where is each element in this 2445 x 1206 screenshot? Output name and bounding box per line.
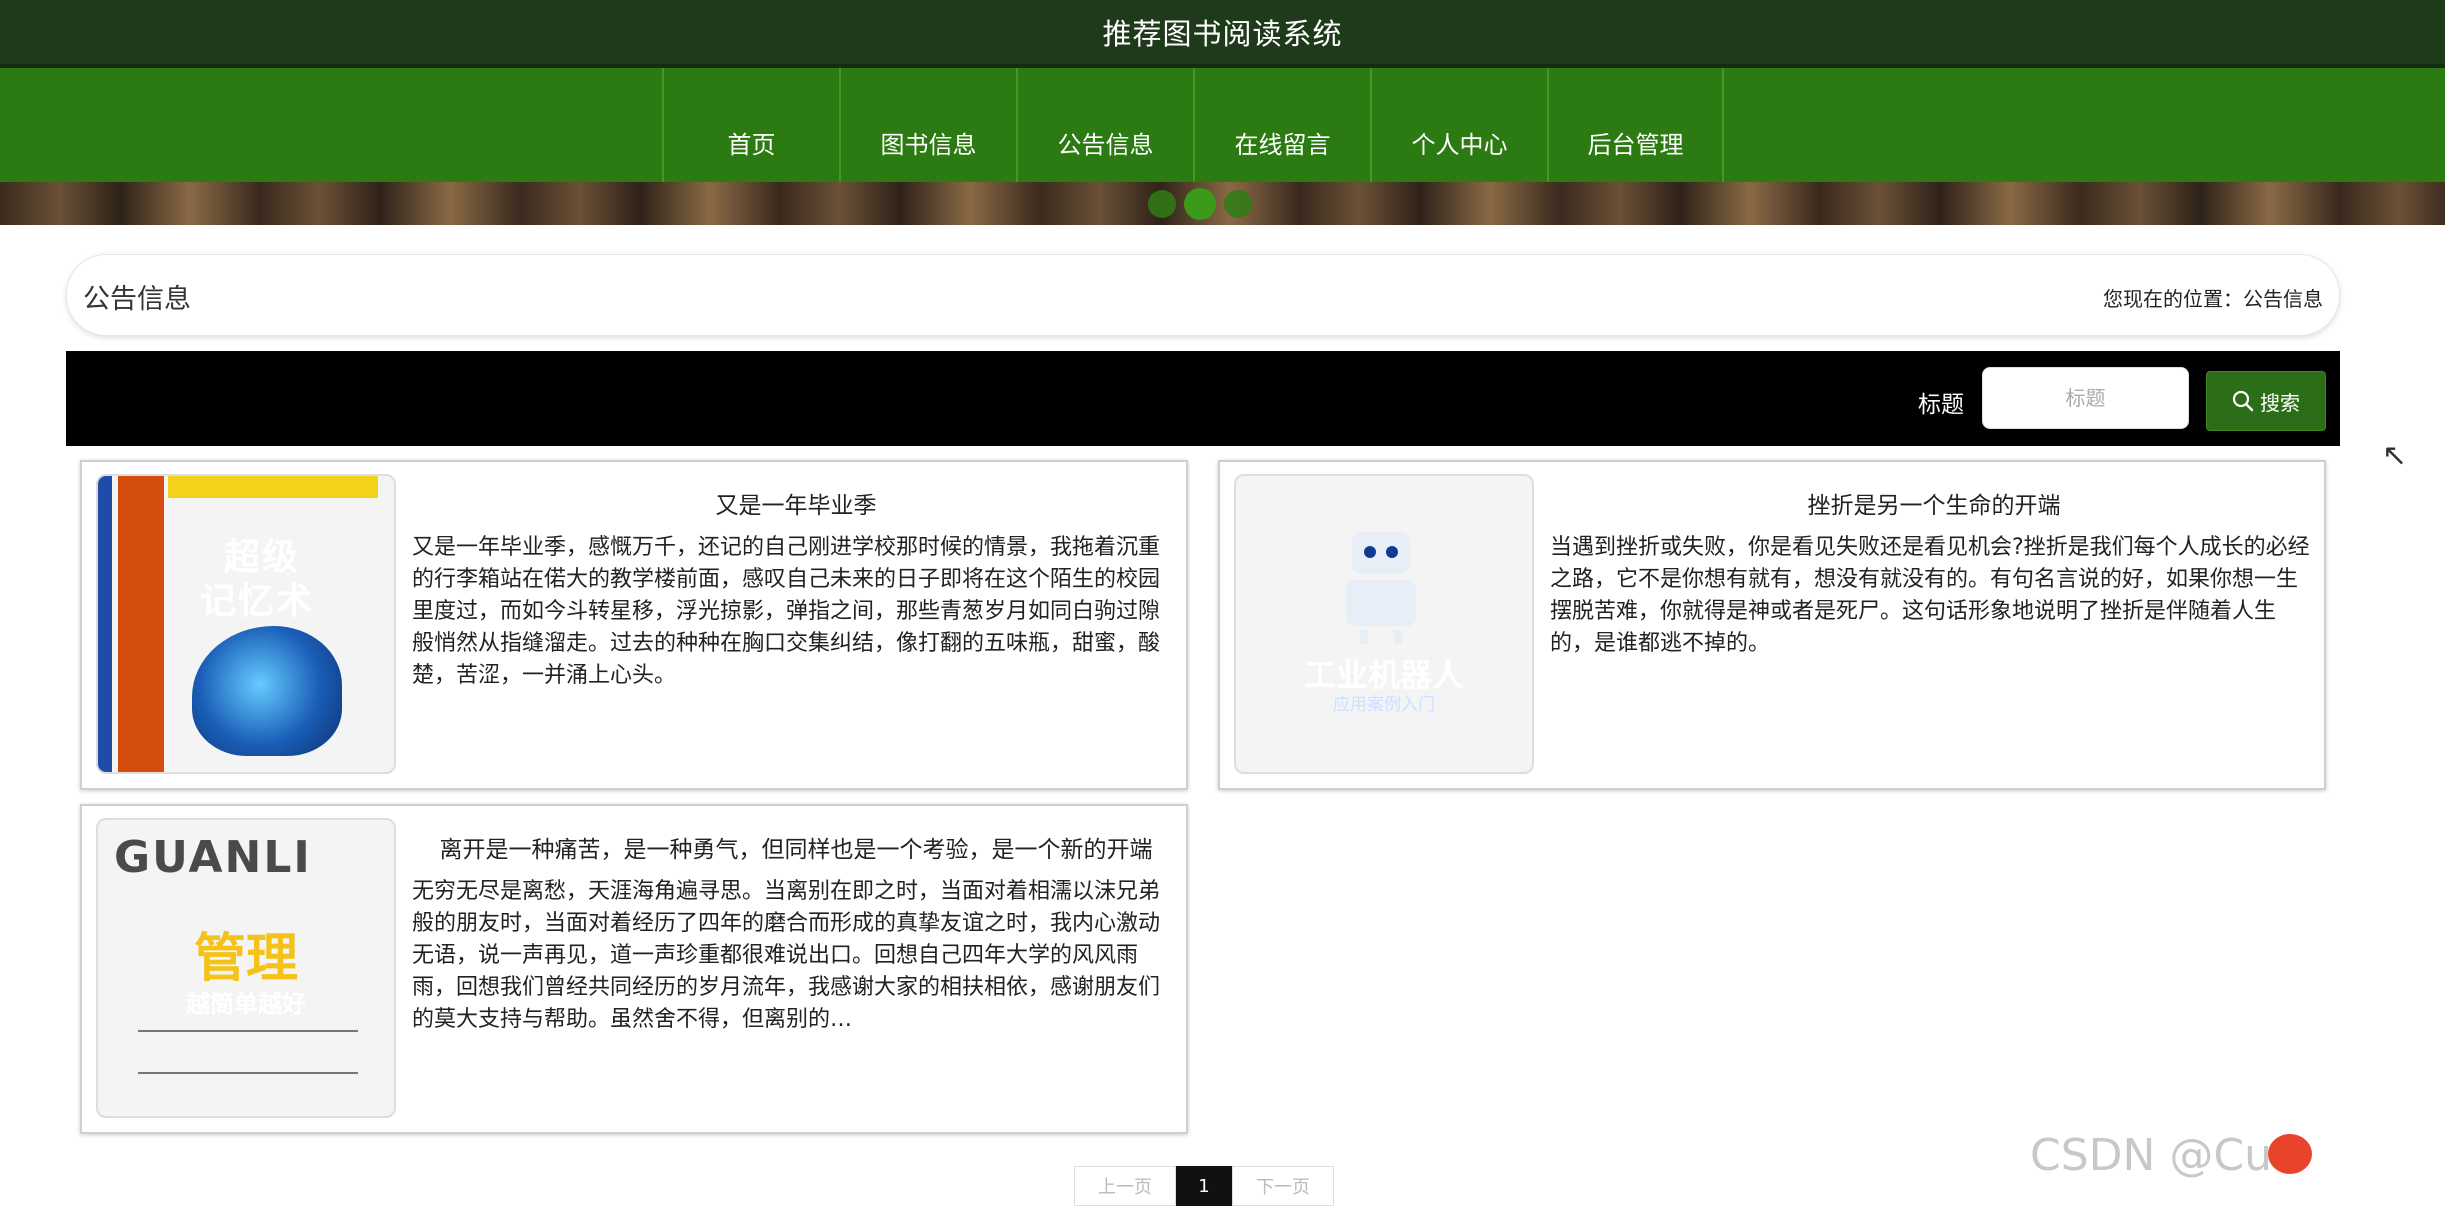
current-location: 您现在的位置：公告信息 [2103,283,2323,312]
nav-item-admin[interactable]: 后台管理 [1547,68,1724,182]
cover-subtitle: 应用案例入门 [1333,695,1435,715]
book-cover-image[interactable]: GUANLI 管理 越简单越好 [96,818,396,1118]
mouse-cursor-icon: ↖ [2382,438,2408,473]
main-nav: 首页 图书信息 公告信息 在线留言 个人中心 后台管理 [0,68,2445,182]
search-input[interactable] [1982,367,2189,429]
notice-card[interactable]: 超级 记忆术 又是一年毕业季 又是一年毕业季，感慨万千，还记的自己刚进学校那时候… [80,460,1188,790]
notice-summary: 无穷无尽是离愁，天涯海角遍寻思。当离别在即之时，当面对着相濡以沫兄弟般的朋友时，… [412,879,1161,1032]
site-title: 推荐图书阅读系统 [1102,17,1343,51]
location-value[interactable]: 公告信息 [2243,287,2323,311]
notice-title[interactable]: 挫折是另一个生命的开端 [1554,486,2314,520]
carousel-dot-3[interactable] [1224,190,1252,218]
book-cover-image[interactable]: 超级 记忆术 [96,474,396,774]
cover-subtitle: 越简单越好 [186,990,306,1018]
notice-card[interactable]: 工业机器人 应用案例入门 挫折是另一个生命的开端 当遇到挫折或失败，你是看见失败… [1218,460,2326,790]
pagination: 上一页 1 下一页 [1074,1166,1334,1206]
carousel-indicators [1148,188,1252,220]
cover-band [168,476,378,498]
watermark: CSDN @Cu [2030,1130,2273,1181]
search-icon [2232,390,2254,412]
cover-spine [118,476,164,772]
notice-summary: 又是一年毕业季，感慨万千，还记的自己刚进学校那时候的情景，我拖着沉重的行李箱站在… [412,535,1161,688]
notice-card[interactable]: GUANLI 管理 越简单越好 离开是一种痛苦，是一种勇气，但同样也是一个考验，… [80,804,1188,1134]
page-number-current[interactable]: 1 [1176,1166,1232,1206]
notice-summary: 当遇到挫折或失败，你是看见失败还是看见机会?挫折是我们每个人成长的必经之路，它不… [1550,535,2310,656]
site-header: 推荐图书阅读系统 [0,0,2445,68]
next-page-button[interactable]: 下一页 [1232,1166,1334,1206]
nav-menu: 首页 图书信息 公告信息 在线留言 个人中心 后台管理 [662,68,1724,182]
page-title: 公告信息 [83,284,191,315]
prev-page-button[interactable]: 上一页 [1074,1166,1176,1206]
search-button-label: 搜索 [2260,390,2300,415]
search-button[interactable]: 搜索 [2206,371,2326,431]
ime-icon [2268,1134,2312,1174]
cover-title-line2: 记忆术 [200,581,315,622]
brain-head-illustration [192,626,342,756]
carousel-dot-1[interactable] [1148,190,1176,218]
robot-icon [1340,532,1422,644]
carousel-dot-2[interactable] [1184,188,1216,220]
notice-title[interactable]: 又是一年毕业季 [416,486,1176,520]
nav-item-notices[interactable]: 公告信息 [1016,68,1193,182]
banner-carousel [0,182,2445,225]
book-cover-image[interactable]: 工业机器人 应用案例入门 [1234,474,1534,774]
nav-item-messages[interactable]: 在线留言 [1193,68,1370,182]
cover-title: 管理 [193,929,298,989]
nav-item-profile[interactable]: 个人中心 [1370,68,1547,182]
cover-divider [138,1030,358,1074]
nav-item-home[interactable]: 首页 [662,68,839,182]
breadcrumb: 公告信息 您现在的位置：公告信息 [66,254,2340,336]
search-bar: 标题 搜索 [66,351,2340,446]
nav-item-books[interactable]: 图书信息 [839,68,1016,182]
location-prefix: 您现在的位置： [2103,287,2243,311]
notice-title[interactable]: 离开是一种痛苦，是一种勇气，但同样也是一个考验，是一个新的开端 [416,830,1176,864]
cover-title-top: GUANLI [114,832,312,883]
search-label: 标题 [1918,392,1964,418]
cover-stripe [98,476,112,772]
